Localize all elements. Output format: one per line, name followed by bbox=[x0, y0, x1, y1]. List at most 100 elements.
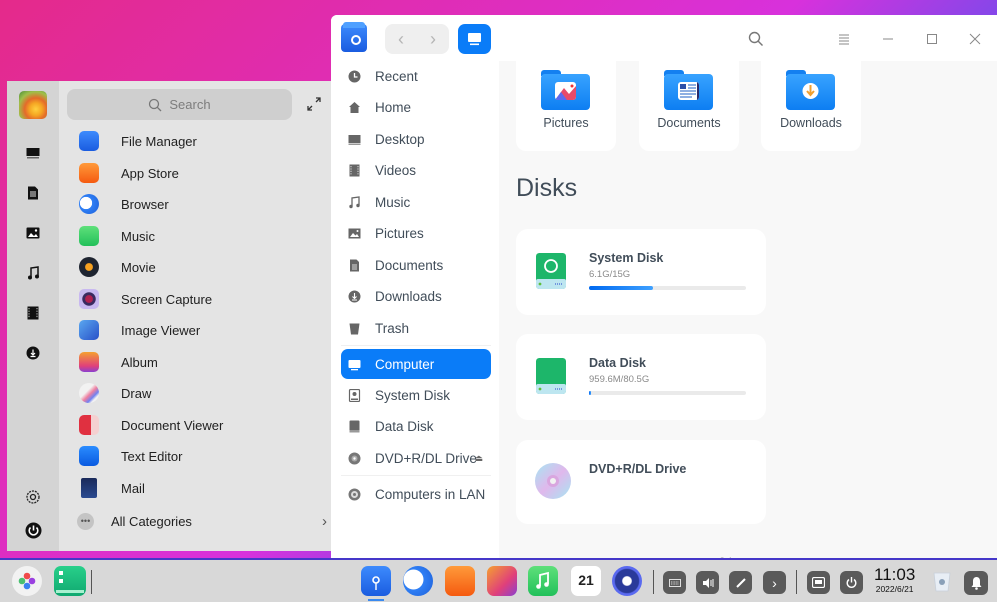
sidebar-item-pictures[interactable]: Pictures bbox=[341, 218, 491, 248]
sidebar-item-dvd-drive[interactable]: DVD+R/DL Drive ⏏ bbox=[341, 443, 491, 473]
disk-card-data[interactable]: Data Disk 959.6M/80.5G bbox=[516, 334, 766, 420]
dock-album[interactable] bbox=[487, 566, 517, 596]
volume-button[interactable] bbox=[696, 571, 719, 594]
eject-button[interactable]: ⏏ bbox=[474, 453, 483, 464]
category-videos-button[interactable] bbox=[23, 303, 43, 323]
close-button[interactable] bbox=[963, 27, 987, 51]
tray-expand-button[interactable]: › bbox=[763, 571, 786, 594]
forward-button[interactable]: › bbox=[417, 24, 449, 54]
desktop-icon bbox=[347, 132, 361, 146]
album-icon bbox=[79, 352, 99, 372]
app-browser[interactable]: Browser bbox=[67, 189, 322, 219]
app-image-viewer[interactable]: Image Viewer bbox=[67, 315, 322, 345]
user-avatar[interactable] bbox=[19, 91, 47, 119]
sidebar-item-desktop[interactable]: Desktop bbox=[341, 124, 491, 154]
category-music-button[interactable] bbox=[23, 263, 43, 283]
app-file-manager[interactable]: File Manager bbox=[67, 126, 322, 156]
browser-icon bbox=[79, 194, 99, 214]
app-app-store[interactable]: App Store bbox=[67, 158, 322, 188]
sidebar-item-label: Music bbox=[375, 194, 411, 210]
search-input[interactable]: Search bbox=[67, 89, 292, 120]
data-disk-icon bbox=[536, 358, 566, 394]
clock-date: 2022/6/21 bbox=[875, 584, 914, 594]
settings-button[interactable] bbox=[23, 487, 43, 507]
computer-icon bbox=[26, 147, 40, 158]
sidebar-item-label: Computer bbox=[375, 356, 435, 372]
folder-pictures[interactable]: Pictures bbox=[516, 61, 616, 151]
launcher-button[interactable] bbox=[12, 566, 42, 596]
dock-browser[interactable] bbox=[403, 566, 433, 596]
search-button[interactable] bbox=[744, 27, 768, 51]
fullscreen-toggle-button[interactable] bbox=[305, 95, 323, 113]
launcher-menu: Search File Manager App Store Browser Mu… bbox=[7, 81, 331, 551]
category-pictures-button[interactable] bbox=[23, 223, 43, 243]
app-store-icon bbox=[79, 163, 99, 183]
app-document-viewer[interactable]: Document Viewer bbox=[67, 410, 322, 440]
app-label: Text Editor bbox=[121, 448, 183, 464]
disk-card-dvd[interactable]: DVD+R/DL Drive bbox=[516, 440, 766, 524]
app-mail[interactable]: Mail bbox=[67, 473, 322, 503]
app-screen-capture[interactable]: Screen Capture bbox=[67, 284, 322, 314]
app-label: Draw bbox=[121, 385, 152, 401]
shutdown-button[interactable] bbox=[840, 571, 863, 594]
folder-icon bbox=[541, 70, 590, 110]
category-computer-button[interactable] bbox=[23, 143, 43, 163]
dock-control-center[interactable] bbox=[612, 566, 642, 596]
dock-music[interactable] bbox=[528, 566, 558, 596]
more-icon: ••• bbox=[77, 512, 94, 530]
app-text-editor[interactable]: Text Editor bbox=[67, 441, 322, 471]
sidebar-item-videos[interactable]: Videos bbox=[341, 155, 491, 185]
dock-file-manager[interactable] bbox=[361, 566, 391, 596]
menu-button[interactable] bbox=[832, 27, 856, 51]
bell-icon bbox=[971, 577, 981, 590]
hamburger-icon bbox=[839, 34, 849, 45]
dock-calendar[interactable]: 21 bbox=[571, 566, 601, 596]
folder-documents[interactable]: Documents bbox=[639, 61, 739, 151]
dock-separator bbox=[91, 570, 92, 594]
minimize-button[interactable] bbox=[876, 27, 900, 51]
sidebar-item-home[interactable]: Home bbox=[341, 92, 491, 122]
category-documents-button[interactable] bbox=[23, 183, 43, 203]
sidebar-item-label: Videos bbox=[375, 162, 417, 178]
power-button[interactable] bbox=[23, 520, 43, 540]
settings-icon bbox=[26, 490, 40, 504]
brightness-button[interactable] bbox=[729, 571, 752, 594]
disk-size: 6.1G/15G bbox=[589, 269, 631, 280]
app-draw[interactable]: Draw bbox=[67, 378, 322, 408]
notifications-button[interactable] bbox=[964, 571, 988, 595]
multitasking-view-button[interactable] bbox=[54, 566, 86, 596]
sidebar-item-label: Trash bbox=[375, 320, 410, 336]
sidebar-item-computers-in-lan[interactable]: Computers in LAN bbox=[341, 479, 491, 509]
clock-icon bbox=[347, 69, 361, 83]
sidebar-item-computer[interactable]: Computer bbox=[341, 349, 491, 379]
sidebar-item-music[interactable]: Music bbox=[341, 187, 491, 217]
maximize-button[interactable] bbox=[920, 27, 944, 51]
back-button[interactable]: ‹ bbox=[385, 24, 417, 54]
disk-card-system[interactable]: System Disk 6.1G/15G bbox=[516, 229, 766, 315]
sidebar-item-label: Documents bbox=[375, 257, 444, 273]
sidebar-item-documents[interactable]: Documents bbox=[341, 250, 491, 280]
app-music[interactable]: Music bbox=[67, 221, 322, 251]
film-icon bbox=[347, 163, 361, 177]
sidebar-item-downloads[interactable]: Downloads bbox=[341, 281, 491, 311]
dock: 21 › 11:03 2022/6/21 bbox=[0, 558, 997, 602]
app-movie[interactable]: Movie bbox=[67, 252, 322, 282]
sidebar-item-recent[interactable]: Recent bbox=[341, 61, 491, 91]
dock-app-store[interactable] bbox=[445, 566, 475, 596]
sidebar-item-label: Recent bbox=[375, 68, 418, 84]
screen-button[interactable] bbox=[807, 571, 830, 594]
sidebar-item-label: DVD+R/DL Drive bbox=[375, 450, 477, 466]
computer-view-button[interactable] bbox=[458, 24, 491, 54]
category-downloads-button[interactable] bbox=[23, 343, 43, 363]
folder-downloads[interactable]: Downloads bbox=[761, 61, 861, 151]
sidebar-item-system-disk[interactable]: System Disk bbox=[341, 380, 491, 410]
clock[interactable]: 11:03 2022/6/21 bbox=[874, 566, 915, 595]
app-album[interactable]: Album bbox=[67, 347, 322, 377]
keyboard-button[interactable] bbox=[663, 571, 686, 594]
search-icon bbox=[748, 31, 763, 46]
trash-button[interactable] bbox=[933, 570, 951, 592]
all-categories-button[interactable]: ••• All Categories › bbox=[67, 506, 327, 536]
sidebar-item-trash[interactable]: Trash bbox=[341, 313, 491, 343]
sidebar-item-data-disk[interactable]: Data Disk bbox=[341, 411, 491, 441]
search-icon bbox=[149, 98, 162, 111]
